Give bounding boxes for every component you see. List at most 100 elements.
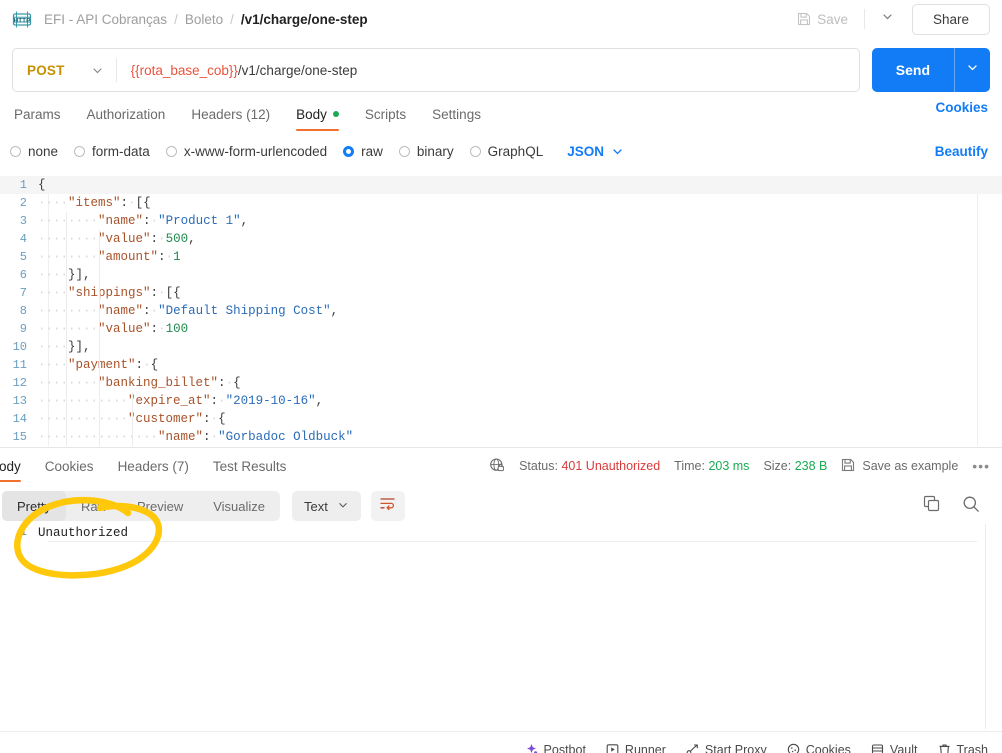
cookies-link[interactable]: Cookies xyxy=(935,100,988,115)
response-line: 1 Unauthorized xyxy=(0,524,1002,541)
beautify-link[interactable]: Beautify xyxy=(935,144,988,159)
body-format-label: JSON xyxy=(567,143,604,159)
radio-icon xyxy=(469,145,481,157)
line-number: 2 xyxy=(19,196,27,210)
radio-icon xyxy=(165,145,177,157)
tab-label: Body xyxy=(0,458,21,474)
body-type-label: form-data xyxy=(92,143,150,159)
code-text: ····}], xyxy=(38,268,91,282)
send-button-group: Send xyxy=(871,48,990,92)
save-button[interactable]: Save xyxy=(789,7,856,32)
tab-authorization[interactable]: Authorization xyxy=(74,100,179,128)
line-number: 9 xyxy=(19,322,27,336)
save-options-button[interactable] xyxy=(873,6,902,32)
vault-button[interactable]: Vault xyxy=(871,743,918,753)
size-text: Size: 238 B xyxy=(763,459,827,473)
breadcrumb: EFI - API Cobranças / Boleto / /v1/charg… xyxy=(44,12,368,27)
response-format-selector[interactable]: Text xyxy=(292,491,361,521)
request-tabs: Params Authorization Headers (12) Body S… xyxy=(0,100,1002,131)
response-view-visualize[interactable]: Visualize xyxy=(198,491,280,521)
globe-lock-icon xyxy=(489,457,505,476)
postbot-icon xyxy=(525,743,538,753)
body-type-form-data[interactable]: form-data xyxy=(74,144,150,159)
code-text: ····"shippings":·[{ xyxy=(38,286,181,300)
code-line: 1{ xyxy=(0,176,1002,194)
breadcrumb-folder[interactable]: Boleto xyxy=(185,12,223,27)
send-button[interactable]: Send xyxy=(872,48,954,92)
url-field[interactable]: POST {{rota_base_cob}}/v1/charge/one-ste… xyxy=(12,48,860,92)
body-type-label: raw xyxy=(361,143,383,159)
request-body-editor[interactable]: 1{2 ····"items":·[{3 ········"name":·"Prod… xyxy=(0,176,1002,446)
body-format-selector[interactable]: JSON xyxy=(567,144,624,159)
runner-label: Runner xyxy=(624,742,666,753)
tab-label: Body xyxy=(296,106,327,122)
breadcrumb-request[interactable]: /v1/charge/one-step xyxy=(241,12,368,27)
tab-settings[interactable]: Settings xyxy=(419,100,494,128)
body-type-binary[interactable]: binary xyxy=(398,143,454,159)
response-view-pretty[interactable]: Pretty xyxy=(2,491,66,521)
response-tab-test-results[interactable]: Test Results xyxy=(201,452,299,480)
line-number: 5 xyxy=(19,250,27,264)
tab-body[interactable]: Body xyxy=(283,100,352,131)
breadcrumb-separator: / xyxy=(174,11,178,27)
breadcrumb-collection[interactable]: EFI - API Cobranças xyxy=(44,12,167,27)
time-text: Time: 203 ms xyxy=(674,459,749,473)
tab-label: Headers (7) xyxy=(117,458,189,474)
runner-button[interactable]: Runner xyxy=(606,743,666,753)
size-value: 238 B xyxy=(794,459,828,473)
send-options-button[interactable] xyxy=(955,48,990,92)
floppy-disk-icon xyxy=(797,12,811,26)
topbar-actions: Save Share xyxy=(789,3,990,35)
copy-icon[interactable] xyxy=(923,495,940,517)
tab-headers[interactable]: Headers (12) xyxy=(178,100,283,128)
code-text: ········"value":·500, xyxy=(38,232,196,246)
body-type-label: none xyxy=(28,143,59,159)
share-button[interactable]: Share xyxy=(911,3,990,35)
code-text: ········"banking_billet":·{ xyxy=(38,376,241,390)
chevron-down-icon xyxy=(91,64,104,77)
line-number: 1 xyxy=(20,526,27,539)
trash-label: Trash xyxy=(956,742,989,753)
postbot-button[interactable]: Postbot xyxy=(525,743,586,753)
chevron-down-icon xyxy=(337,499,349,514)
response-tab-cookies[interactable]: Cookies xyxy=(33,452,106,480)
line-number: 12 xyxy=(12,376,27,390)
body-type-raw[interactable]: raw xyxy=(343,144,383,159)
body-type-none[interactable]: none xyxy=(10,144,58,159)
body-modified-dot-icon xyxy=(332,111,339,117)
url-input[interactable]: {{rota_base_cob}}/v1/charge/one-step xyxy=(117,63,358,78)
code-text: ········"name":·"Product 1", xyxy=(38,214,249,228)
response-view-preview[interactable]: Preview xyxy=(122,491,198,521)
body-type-urlencoded[interactable]: x-www-form-urlencoded xyxy=(165,143,328,159)
save-as-example-button[interactable]: Save as example xyxy=(841,458,958,475)
body-type-label: x-www-form-urlencoded xyxy=(183,143,328,159)
scroll-corner xyxy=(988,621,1002,731)
line-number: 3 xyxy=(19,214,27,228)
response-body[interactable]: 1 Unauthorized xyxy=(0,524,1002,729)
ellipsis-icon[interactable]: ••• xyxy=(972,458,990,474)
save-as-example-label: Save as example xyxy=(862,459,959,473)
start-proxy-button[interactable]: Start Proxy xyxy=(686,743,767,753)
search-icon[interactable] xyxy=(962,495,980,518)
trash-button[interactable]: Trash xyxy=(938,742,989,753)
response-tab-headers[interactable]: Headers (7) xyxy=(106,452,201,480)
tab-params[interactable]: Params xyxy=(1,100,74,128)
tab-label: Authorization xyxy=(86,106,166,122)
response-view-raw[interactable]: Raw xyxy=(66,491,122,521)
line-number: 11 xyxy=(12,358,27,372)
body-type-graphql[interactable]: GraphQL xyxy=(469,144,543,159)
start-proxy-label: Start Proxy xyxy=(704,742,767,753)
chevron-down-icon xyxy=(966,61,979,79)
tab-scripts[interactable]: Scripts xyxy=(352,100,419,128)
body-type-label: binary xyxy=(416,143,454,159)
cookies-button[interactable]: Cookies xyxy=(787,743,851,753)
time-label: Time: xyxy=(674,459,705,473)
word-wrap-icon xyxy=(379,496,396,516)
line-number: 15 xyxy=(12,430,27,444)
cookie-icon xyxy=(787,743,800,753)
response-body-lines: 1 Unauthorized xyxy=(0,524,1002,541)
word-wrap-button[interactable] xyxy=(370,491,405,521)
method-selector[interactable]: POST xyxy=(13,49,116,91)
response-tab-body[interactable]: Body xyxy=(0,452,33,482)
code-text: ········"amount":·1 xyxy=(38,250,181,264)
